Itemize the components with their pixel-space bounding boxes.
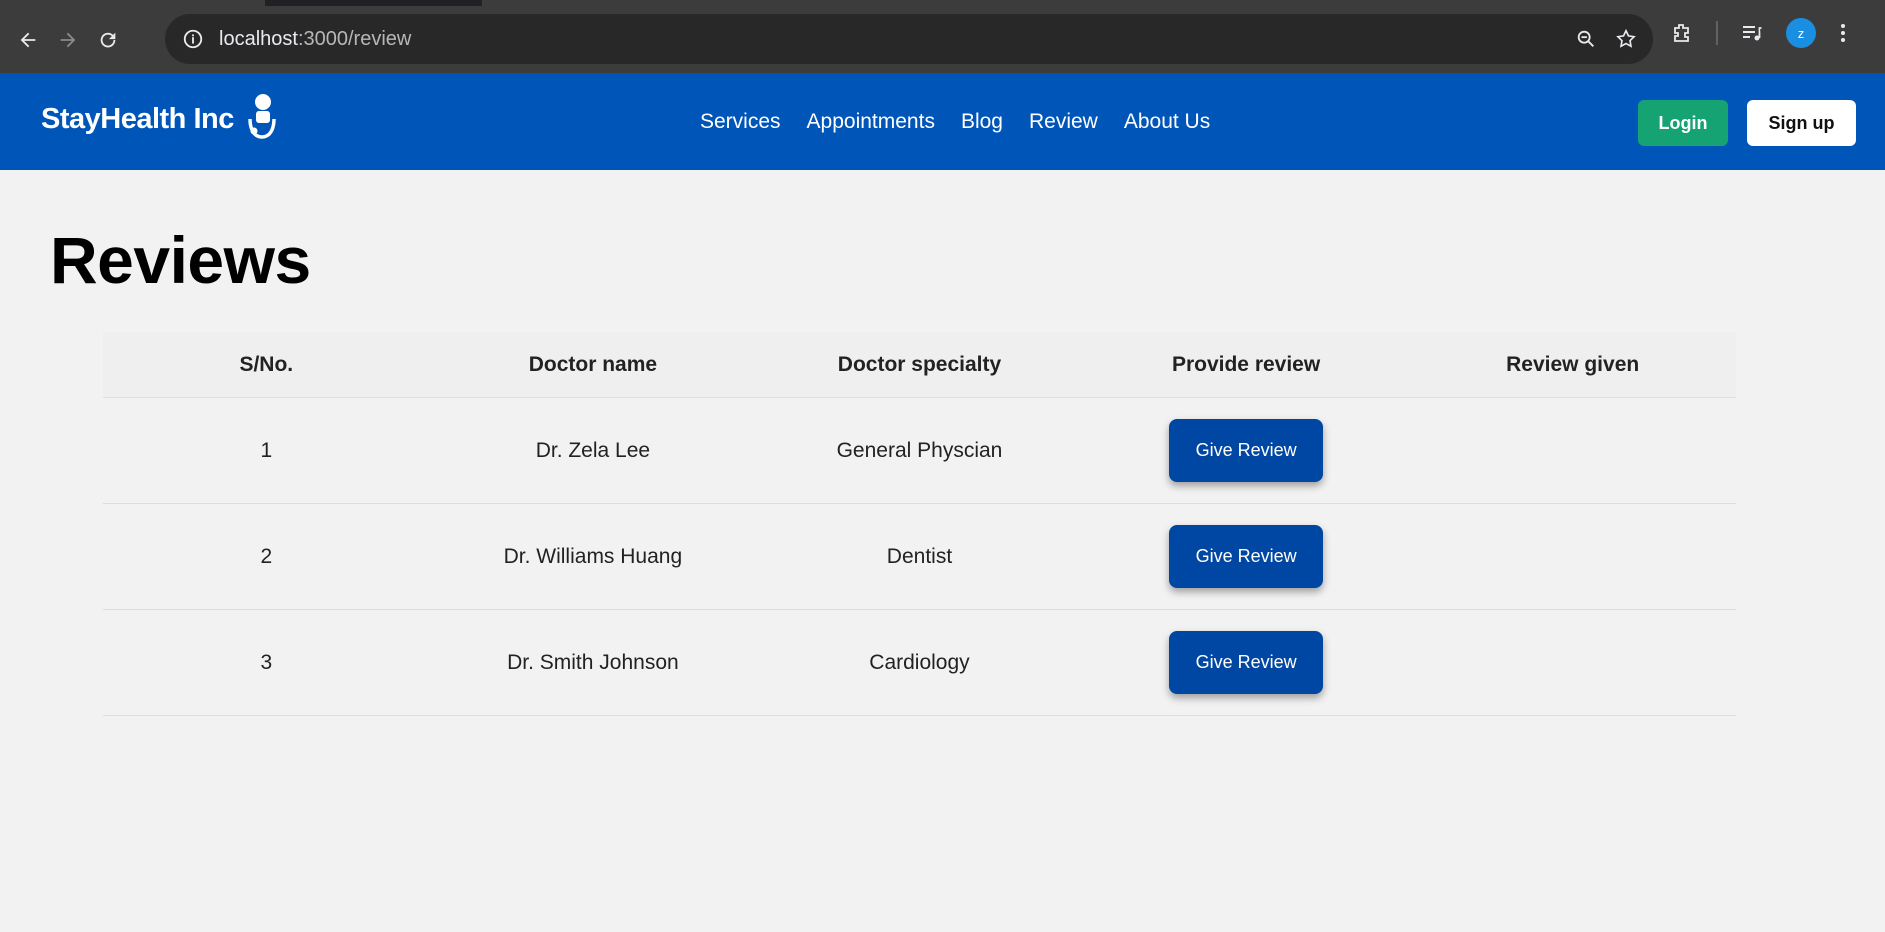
cell-doctor-name: Dr. Williams Huang [503,544,683,568]
site-info-icon[interactable] [181,27,205,51]
back-button[interactable] [8,20,48,60]
profile-avatar[interactable]: z [1786,18,1816,48]
cell-doctor-specialty: Dentist [886,544,953,568]
login-button[interactable]: Login [1638,100,1728,146]
table-header: S/No. Doctor name Doctor specialty Provi… [103,332,1736,398]
browser-menu-icon[interactable] [1838,21,1848,45]
nav-blog[interactable]: Blog [961,110,1003,134]
nav-review[interactable]: Review [1029,110,1098,134]
url-text[interactable]: localhost:3000/review [219,28,1575,51]
site-header: StayHealth Inc Services Appointments Blo… [0,73,1885,170]
forward-button[interactable] [48,20,88,60]
media-controls-icon[interactable] [1740,21,1764,45]
doctor-stethoscope-logo-icon [248,94,276,139]
give-review-button[interactable]: Give Review [1169,419,1324,482]
nav-services[interactable]: Services [700,110,781,134]
cell-sno: 1 [260,438,273,462]
signup-button[interactable]: Sign up [1747,100,1856,146]
column-header-doctor-specialty: Doctor specialty [837,352,1002,376]
page-title: Reviews [50,223,311,297]
table-row: 3 Dr. Smith Johnson Cardiology Give Revi… [103,610,1736,716]
reload-button[interactable] [88,20,128,60]
table-row: 2 Dr. Williams Huang Dentist Give Review [103,504,1736,610]
column-header-doctor-name: Doctor name [528,352,658,376]
address-bar[interactable]: localhost:3000/review [165,14,1653,64]
column-header-provide-review: Provide review [1171,352,1321,376]
cell-sno: 3 [260,650,273,674]
brand-name: StayHealth Inc [41,102,234,135]
reviews-table: S/No. Doctor name Doctor specialty Provi… [103,332,1736,716]
reload-icon [100,32,116,47]
url-path: :3000/review [297,27,412,50]
forward-arrow-icon [60,32,76,47]
extensions-icon[interactable] [1670,21,1694,45]
zoom-icon[interactable] [1575,28,1597,50]
cell-provide-review: Give Review [1083,631,1410,694]
url-host: localhost [219,27,298,50]
table-row: 1 Dr. Zela Lee General Physcian Give Rev… [103,398,1736,504]
cell-provide-review: Give Review [1083,419,1410,482]
back-arrow-icon [20,32,36,47]
cell-doctor-specialty: Cardiology [869,650,970,674]
cell-doctor-specialty: General Physcian [836,438,1003,462]
cell-doctor-name: Dr. Zela Lee [535,438,651,462]
cell-doctor-name: Dr. Smith Johnson [507,650,679,674]
nav-appointments[interactable]: Appointments [807,110,935,134]
main-nav: Services Appointments Blog Review About … [700,73,1210,170]
give-review-button[interactable]: Give Review [1169,525,1324,588]
nav-about-us[interactable]: About Us [1124,110,1210,134]
bookmark-star-icon[interactable] [1615,28,1637,50]
brand[interactable]: StayHealth Inc [41,93,278,145]
give-review-button[interactable]: Give Review [1169,631,1324,694]
column-header-sno: S/No. [239,352,294,376]
toolbar-separator [1716,21,1718,45]
cell-provide-review: Give Review [1083,525,1410,588]
cell-sno: 2 [260,544,273,568]
browser-toolbar: localhost:3000/review z [0,6,1885,73]
column-header-review-given: Review given [1506,352,1640,376]
